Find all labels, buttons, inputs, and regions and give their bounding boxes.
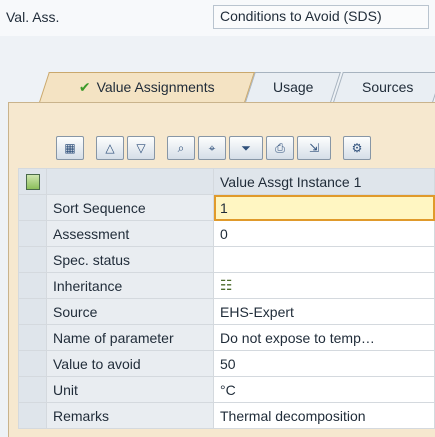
row-value-input[interactable]: 1 bbox=[213, 194, 435, 221]
row-selector[interactable] bbox=[18, 350, 47, 377]
row-selector[interactable] bbox=[18, 246, 47, 273]
row-value[interactable]: °C bbox=[213, 376, 435, 403]
table-row[interactable]: Name of parameter Do not expose to temp… bbox=[18, 324, 435, 351]
table-row[interactable]: Unit °C bbox=[18, 376, 435, 403]
table-row[interactable]: Sort Sequence 1 bbox=[18, 194, 435, 221]
checkmark-icon: ✔ bbox=[78, 79, 91, 95]
tab-usage[interactable]: Usage bbox=[245, 72, 341, 102]
table-row[interactable]: Source EHS-Expert bbox=[18, 298, 435, 325]
value-grid: Value Assgt Instance 1 Sort Sequence 1 A… bbox=[18, 168, 435, 429]
row-selector[interactable] bbox=[18, 272, 47, 299]
hierarchy-icon[interactable]: ☷ bbox=[220, 277, 233, 294]
find-next-icon[interactable]: ⌖ bbox=[198, 136, 226, 160]
sort-ascending-icon[interactable]: △ bbox=[96, 136, 124, 160]
row-name: Value to avoid bbox=[46, 350, 214, 377]
grid-toolbar: ▦ △ ▽ ⌕ ⌖ ⏷ ⎙ ⇲ ⚙ bbox=[56, 134, 371, 162]
row-name: Unit bbox=[46, 376, 214, 403]
row-selector[interactable] bbox=[18, 324, 47, 351]
table-row[interactable]: Inheritance ☷ bbox=[18, 272, 435, 299]
row-value[interactable]: Do not expose to temp… bbox=[213, 324, 435, 351]
tab-value-assignments[interactable]: ✔ Value Assignments bbox=[39, 72, 255, 102]
table-header-row: Value Assgt Instance 1 bbox=[18, 168, 435, 195]
row-name: Spec. status bbox=[46, 246, 214, 273]
row-name: Inheritance bbox=[46, 272, 214, 299]
filter-icon[interactable]: ⏷ bbox=[229, 136, 263, 160]
find-icon[interactable]: ⌕ bbox=[167, 136, 195, 160]
row-value[interactable] bbox=[213, 246, 435, 273]
table-row[interactable]: Assessment 0 bbox=[18, 220, 435, 247]
row-selector[interactable] bbox=[18, 220, 47, 247]
row-value[interactable]: Thermal decomposition bbox=[213, 402, 435, 429]
row-selector[interactable] bbox=[18, 298, 47, 325]
row-name: Name of parameter bbox=[46, 324, 214, 351]
val-ass-field[interactable]: Conditions to Avoid (SDS) bbox=[213, 5, 429, 29]
table-row[interactable]: Spec. status bbox=[18, 246, 435, 273]
table-row[interactable]: Value to avoid 50 bbox=[18, 350, 435, 377]
header-bar: Val. Ass. Conditions to Avoid (SDS) bbox=[0, 0, 435, 36]
row-name: Remarks bbox=[46, 402, 214, 429]
select-all-cell[interactable] bbox=[18, 168, 47, 195]
row-value[interactable]: 50 bbox=[213, 350, 435, 377]
row-value[interactable]: EHS-Expert bbox=[213, 298, 435, 325]
tab-sources[interactable]: Sources bbox=[333, 72, 435, 102]
val-ass-label: Val. Ass. bbox=[6, 9, 60, 25]
value-column-header: Value Assgt Instance 1 bbox=[213, 168, 435, 195]
row-name: Source bbox=[46, 298, 214, 325]
name-column-header bbox=[46, 168, 214, 195]
layout-icon[interactable]: ⚙ bbox=[343, 136, 371, 160]
sort-descending-icon[interactable]: ▽ bbox=[127, 136, 155, 160]
row-name: Assessment bbox=[46, 220, 214, 247]
row-selector[interactable] bbox=[18, 194, 47, 221]
table-row[interactable]: Remarks Thermal decomposition bbox=[18, 402, 435, 429]
select-all-icon[interactable] bbox=[25, 173, 40, 190]
print-icon[interactable]: ⎙ bbox=[266, 136, 294, 160]
row-selector[interactable] bbox=[18, 402, 47, 429]
export-icon[interactable]: ⇲ bbox=[297, 136, 331, 160]
row-value[interactable]: 0 bbox=[213, 220, 435, 247]
row-selector[interactable] bbox=[18, 376, 47, 403]
row-value[interactable]: ☷ bbox=[213, 272, 435, 299]
row-name: Sort Sequence bbox=[46, 194, 214, 221]
details-icon[interactable]: ▦ bbox=[56, 136, 84, 160]
